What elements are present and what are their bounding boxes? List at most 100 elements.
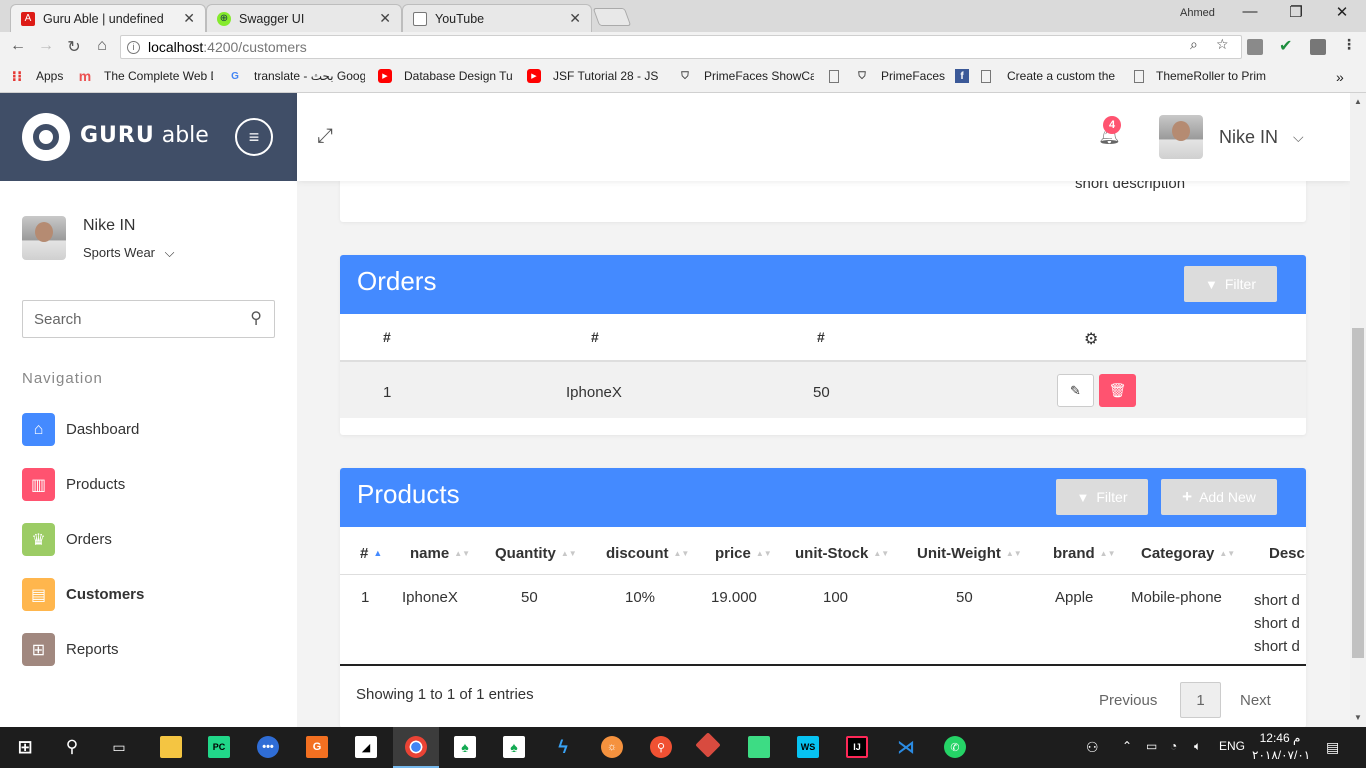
chat-icon[interactable]: ••• [257,736,279,758]
webstorm-icon[interactable]: WS [797,736,819,758]
orders-col-header[interactable]: # [591,329,599,345]
bookmark-item[interactable]: Gtranslate - بحث Goog [228,69,365,83]
file-explorer-icon[interactable] [160,736,182,758]
sidebar-search-input[interactable]: Search ⚲ [22,300,275,338]
col-header-unit-weight[interactable]: Unit-Weight ▲▼ [917,545,1022,562]
wifi-icon[interactable]: ◔ [1170,739,1177,753]
pdf-icon[interactable]: G [306,736,328,758]
extension-check-icon[interactable]: ✔ [1279,36,1295,55]
home-icon[interactable]: ⌂ [92,37,112,55]
mongodb-icon[interactable]: ♠ [454,736,476,758]
products-filter-button[interactable]: ▼ Filter [1056,479,1148,515]
fullscreen-icon[interactable]: ⤢ [317,125,333,148]
notifications-icon[interactable]: ▤ [1326,739,1339,756]
app-icon[interactable]: ☼ [601,736,623,758]
bookmark-item[interactable]: ThemeRoller to Prim [1134,69,1268,83]
intellij-icon[interactable]: IJ [846,736,868,758]
task-view-icon[interactable]: ▭ [108,736,130,758]
avatar[interactable] [1159,115,1203,159]
volume-icon[interactable]: 🔈︎ [1194,739,1201,754]
tab-youtube[interactable]: YouTube ✕ [402,4,592,32]
scroll-down-icon[interactable]: ▼ [1354,713,1362,722]
chevron-down-icon[interactable]: ⌵ [1293,129,1304,146]
forward-icon[interactable]: → [36,37,56,55]
sidebar-item-dashboard[interactable]: ⌂ Dashboard [22,413,139,446]
bookmark-item[interactable]: f Create a custom the [955,69,1119,83]
previous-page-button[interactable]: Previous [1099,692,1157,709]
close-window-icon[interactable]: ✕ [1322,3,1362,21]
sidebar-item-customers[interactable]: ▤ Customers [22,578,144,611]
bookmark-item[interactable]: ⛉ PrimeFaces ShowCas [678,69,814,83]
brand-name[interactable]: GURU able [80,123,209,148]
close-icon[interactable]: ✕ [379,10,391,27]
col-header-brand[interactable]: brand ▲▼ [1053,545,1116,562]
sidebar-item-orders[interactable]: ♛ Orders [22,523,112,556]
col-header-name[interactable]: name ▲▼ [410,545,470,562]
new-tab-button[interactable] [592,8,632,26]
add-new-button[interactable]: + Add New [1161,479,1277,515]
orders-col-header[interactable]: # [383,329,391,345]
delete-button[interactable]: 🗑 [1099,374,1136,407]
git-icon[interactable]: ⚲ [650,736,672,758]
orders-col-header[interactable]: # [817,329,825,345]
scrollbar-thumb[interactable] [1352,328,1364,658]
col-header-quantity[interactable]: Quantity ▲▼ [495,545,577,562]
reload-icon[interactable]: ↻ [64,37,84,57]
bookmark-item[interactable]: ▶ Database Design Tut [378,69,513,83]
url-input[interactable]: i localhost:4200/customers [120,35,1242,59]
header-user-name[interactable]: Nike IN [1219,127,1278,148]
minimize-icon[interactable]: — [1230,3,1270,20]
back-icon[interactable]: ← [8,37,28,55]
windows-start-icon[interactable]: ⊞ [14,736,36,758]
col-header-unit-stock[interactable]: unit-Stock ▲▼ [795,545,889,562]
extension-icon[interactable] [1247,39,1263,55]
edit-button[interactable]: ✎ [1057,374,1094,407]
bookmark-item[interactable]: m The Complete Web D [78,69,213,83]
bookmark-star-icon[interactable]: ☆ [1216,36,1229,53]
bookmark-apps[interactable]: ⁝⁝ Apps [10,68,64,84]
scroll-up-icon[interactable]: ▲ [1354,97,1362,106]
col-header-desc[interactable]: Desc [1269,545,1305,562]
tab-guru-able[interactable]: A Guru Able | undefined ✕ [10,4,206,32]
bookmark-item[interactable]: ⛉ PrimeFaces [829,69,945,83]
profile-chip[interactable]: Ahmed [1180,7,1215,19]
bookmark-item[interactable]: ▶ JSF Tutorial 28 - JSF [527,69,659,83]
info-icon[interactable]: i [127,40,140,54]
pycharm-icon[interactable]: PC [208,736,230,758]
sidebar-item-reports[interactable]: ⊞ Reports [22,633,119,666]
page-scrollbar[interactable]: ▲ ▼ [1350,93,1366,727]
language-indicator[interactable]: ENG [1219,739,1245,753]
col-header-price[interactable]: price ▲▼ [715,545,772,562]
battery-icon[interactable]: ▭ [1146,739,1157,753]
lightning-icon[interactable]: ϟ [552,736,574,758]
clock[interactable]: 12:46 م ٢٠١٨/٠٧/٠١ [1252,730,1310,764]
extension-jb-icon[interactable] [1310,39,1326,55]
menu-icon[interactable]: ⋮ [1342,36,1356,53]
close-icon[interactable]: ✕ [569,10,581,27]
col-header-id[interactable]: # ▲ [360,545,382,562]
restore-icon[interactable]: ❐ [1276,3,1316,21]
more-bookmarks-icon[interactable]: » [1336,69,1344,85]
search-icon[interactable]: ⚲ [61,736,83,758]
zoom-icon[interactable]: ⌕ [1190,36,1198,53]
tab-swagger[interactable]: ⊕ Swagger UI ✕ [206,4,402,32]
whatsapp-icon[interactable]: ✆ [944,736,966,758]
chrome-icon[interactable] [405,736,427,758]
search-icon[interactable]: ⚲ [250,308,262,328]
people-icon[interactable]: ⚇ [1086,739,1099,756]
col-header-category[interactable]: Categoray ▲▼ [1141,545,1235,562]
page-1-button[interactable]: 1 [1180,682,1221,718]
notes-icon[interactable]: ◢ [355,736,377,758]
menu-toggle-button[interactable]: ≡ [235,118,273,156]
sidebar-user-role[interactable]: Sports Wear ⌵ [83,245,175,261]
col-header-discount[interactable]: discount ▲▼ [606,545,689,562]
android-icon[interactable] [748,736,770,758]
vscode-icon[interactable]: ⋊ [895,736,917,758]
git-kraken-icon[interactable] [695,732,721,758]
next-page-button[interactable]: Next [1240,692,1271,709]
tray-chevron-icon[interactable]: ⌃ [1122,739,1132,753]
mongodb-icon[interactable]: ♠ [503,736,525,758]
sidebar-item-products[interactable]: ▥ Products [22,468,125,501]
close-icon[interactable]: ✕ [183,10,195,27]
orders-filter-button[interactable]: ▼ Filter [1184,266,1277,302]
